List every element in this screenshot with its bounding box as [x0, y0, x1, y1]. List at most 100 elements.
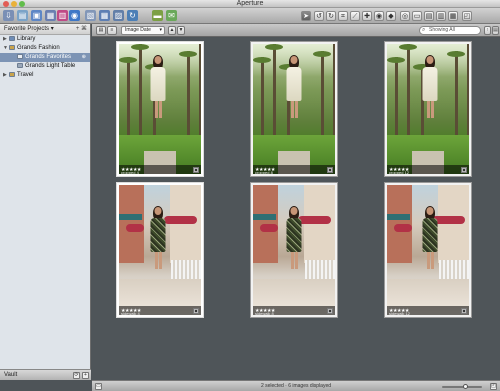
- dress: [150, 218, 166, 252]
- sidebar-item-label: Grands Fashion: [17, 45, 60, 51]
- new-project-icon[interactable]: ⇩: [3, 10, 14, 21]
- sidebar-item-label: Travel: [17, 72, 34, 78]
- head: [290, 56, 298, 64]
- new-web-page-icon[interactable]: ◉: [69, 10, 80, 21]
- dress: [150, 67, 166, 101]
- palm-tree-trunk: [139, 44, 142, 135]
- straighten-tool-icon[interactable]: ⟋: [350, 11, 360, 21]
- head: [154, 207, 162, 215]
- lift-stamp-tool-icon[interactable]: ◆: [386, 11, 396, 21]
- projects-panel: Favorite Projects ▾ + ⌘ ▶ Library ▼ Grands …: [0, 24, 91, 380]
- search-filter-value: Showing All: [429, 27, 455, 33]
- full-screen-icon[interactable]: ◰: [462, 11, 472, 21]
- leg: [431, 100, 434, 118]
- sort-ascending-button[interactable]: ▲: [168, 26, 176, 35]
- image-name: sidewalk 8: [255, 311, 274, 315]
- loupe-icon[interactable]: ◎: [400, 11, 410, 21]
- title-bar: Aperture: [0, 0, 500, 8]
- palm-frond: [253, 57, 271, 63]
- leg: [295, 100, 298, 118]
- single-view-icon[interactable]: ▤: [424, 11, 434, 21]
- full-screen-button[interactable]: ◰: [490, 383, 497, 390]
- browser-option-button-1[interactable]: ↑: [484, 26, 491, 35]
- browser-option-button-2[interactable]: ▤: [492, 26, 499, 35]
- thumbnail-size-slider[interactable]: [442, 384, 482, 389]
- dress: [422, 67, 438, 101]
- vault-add-button[interactable]: +: [82, 372, 89, 379]
- projects-panel-actions[interactable]: + ⌘: [76, 24, 87, 35]
- adjustments-badge-icon: ▣: [461, 166, 467, 173]
- model-figure: [284, 206, 304, 271]
- sidebar-item-grands-favorites[interactable]: Grands Favorites ⊕: [0, 53, 90, 62]
- sidebar-item-travel[interactable]: ▶ Travel: [0, 71, 90, 80]
- photo: ★★★★★ ▣ cropped 4: [119, 44, 201, 174]
- new-album-icon[interactable]: ▣: [31, 10, 42, 21]
- leg: [431, 251, 434, 269]
- flower-box: [164, 216, 197, 225]
- image-name: cropped 4: [121, 170, 139, 174]
- image-thumbnail[interactable]: ★★★★★ ▣ cropped 4: [116, 41, 204, 177]
- new-smart-album-icon[interactable]: ▧: [85, 10, 96, 21]
- head: [426, 56, 434, 64]
- new-book-icon[interactable]: ▥: [57, 10, 68, 21]
- dress: [286, 67, 302, 101]
- multi-view-icon[interactable]: ▥: [436, 11, 446, 21]
- model-figure: [148, 206, 168, 271]
- stack-icon[interactable]: ▦: [99, 10, 110, 21]
- project-icon: [9, 35, 15, 41]
- rotate-right-tool-icon[interactable]: ↻: [326, 11, 336, 21]
- dress: [422, 218, 438, 252]
- leg: [155, 251, 158, 269]
- list-view-button[interactable]: ≡: [107, 26, 117, 35]
- split-view-icon[interactable]: ▦: [448, 11, 458, 21]
- image-thumbnail[interactable]: ★★★★★ ▣ cropped 8: [250, 41, 338, 177]
- adjustments-badge-icon: ▣: [327, 166, 333, 173]
- head: [290, 207, 298, 215]
- crop-tool-icon[interactable]: ⌗: [338, 11, 348, 21]
- adjustments-badge-icon: ▣: [193, 307, 199, 314]
- image-name: cropped 12: [389, 170, 410, 174]
- photo: ★★★★★ ▣ sidewalk 4: [119, 185, 201, 315]
- sidebar-item-grands-fashion[interactable]: ▼ Grands Fashion: [0, 44, 90, 53]
- rotate-icon[interactable]: ↻: [127, 10, 138, 21]
- search-icon: ⌕: [422, 27, 426, 33]
- image-thumbnail[interactable]: ★★★★★ ▣ sidewalk 4: [116, 182, 204, 318]
- photo: ★★★★★ ▣ cropped 8: [253, 44, 335, 174]
- leg: [427, 100, 430, 118]
- search-filter-field[interactable]: ⌕ Showing All: [419, 26, 481, 35]
- rotate-left-tool-icon[interactable]: ↺: [314, 11, 324, 21]
- red-eye-tool-icon[interactable]: ◉: [374, 11, 384, 21]
- palm-tree-trunk: [407, 44, 410, 135]
- new-folder-icon[interactable]: ▤: [17, 10, 28, 21]
- unstack-icon[interactable]: ▨: [113, 10, 124, 21]
- sidebar-item-library[interactable]: ▶ Library: [0, 35, 90, 44]
- main-toolbar: ⇩ ▤ ▣ ▦ ▥ ◉ ▧ ▦ ▨ ↻ ▬ ✉ ➤ ↺ ↻ ⌗ ⟋ ✚ ◉ ◆ ◎ ▭ ▤ ▥ ▦ ◰: [0, 8, 500, 24]
- projects-panel-menu-icon[interactable]: ▾: [51, 26, 54, 32]
- projects-panel-header[interactable]: Favorite Projects ▾ + ⌘: [0, 24, 90, 35]
- adjustments-badge-icon: ▣: [193, 166, 199, 173]
- palm-frond: [313, 50, 331, 57]
- palm-tree-trunk: [261, 57, 264, 135]
- select-tool-icon[interactable]: ➤: [301, 11, 311, 21]
- sidebar-item-grands-light-table[interactable]: Grands Light Table: [0, 62, 90, 71]
- sort-select[interactable]: Image Date ▾: [121, 26, 165, 35]
- project-icon: [9, 44, 15, 50]
- image-thumbnail[interactable]: ★★★★★ ▣ sidewalk 8: [250, 182, 338, 318]
- vault-update-button[interactable]: ⟳: [73, 372, 80, 379]
- head: [426, 207, 434, 215]
- grid-view-button[interactable]: ▤: [96, 26, 106, 35]
- image-thumbnail[interactable]: ★★★★★ ▣ cropped 12: [384, 41, 472, 177]
- viewer-mode-icon[interactable]: ▭: [412, 11, 422, 21]
- head: [154, 56, 162, 64]
- image-name: sidewalk 12: [389, 311, 410, 315]
- import-icon[interactable]: ▬: [152, 10, 163, 21]
- spot-patch-tool-icon[interactable]: ✚: [362, 11, 372, 21]
- sort-descending-button[interactable]: ▼: [177, 26, 185, 35]
- new-light-table-icon[interactable]: ▦: [45, 10, 56, 21]
- image-thumbnail[interactable]: ★★★★★ ▣ sidewalk 12: [384, 182, 472, 318]
- photo: ★★★★★ ▣ sidewalk 12: [387, 185, 469, 315]
- email-icon[interactable]: ✉: [166, 10, 177, 21]
- palm-frond: [387, 57, 405, 63]
- palm-tree-trunk: [199, 44, 201, 135]
- thumbnail-size-knob[interactable]: [463, 384, 468, 389]
